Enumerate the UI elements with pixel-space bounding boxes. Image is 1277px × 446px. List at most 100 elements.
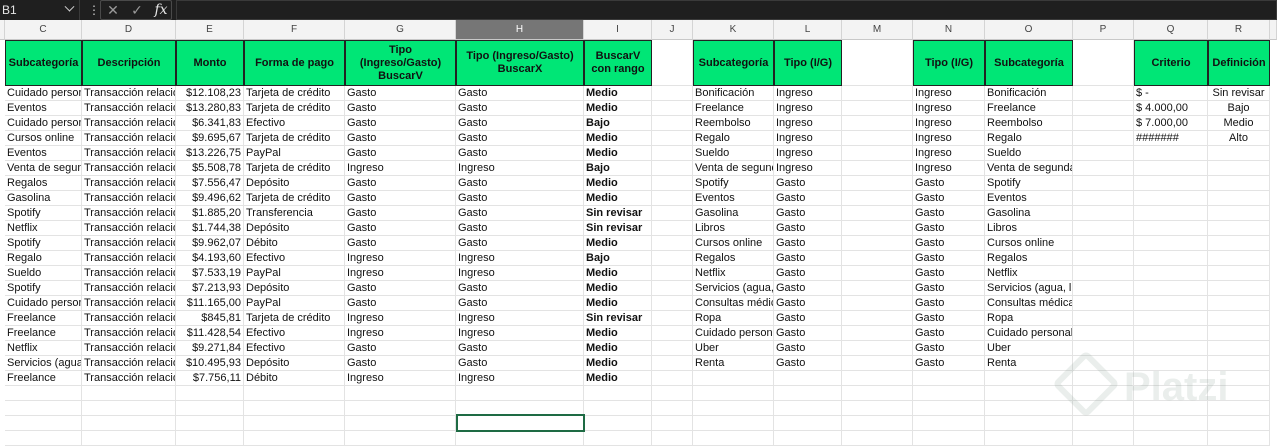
table-cell[interactable]: Ingreso [345, 161, 456, 176]
table-cell[interactable]: Gasto [456, 131, 584, 146]
table-cell[interactable]: Transacción relacionada [82, 236, 176, 251]
empty-cell[interactable] [652, 326, 693, 341]
lookup-cell[interactable]: Gasto [913, 176, 985, 191]
empty-cell[interactable] [1073, 161, 1134, 176]
table-cell[interactable]: Gasto [456, 341, 584, 356]
table-cell[interactable]: Ingreso [345, 371, 456, 386]
empty-cell[interactable] [1134, 266, 1208, 281]
empty-cell[interactable] [652, 146, 693, 161]
table-cell[interactable]: Gasto [345, 86, 456, 101]
table-cell[interactable]: $7.533,19 [176, 266, 244, 281]
empty-cell[interactable] [1073, 40, 1134, 86]
table-cell[interactable]: Tarjeta de crédito [244, 86, 345, 101]
table-cell[interactable]: Transacción relacionada [82, 251, 176, 266]
empty-cell[interactable] [345, 386, 456, 401]
table-cell[interactable]: $6.341,83 [176, 116, 244, 131]
lookup-cell[interactable]: Reembolso [985, 116, 1073, 131]
header-cell-q[interactable]: Criterio [1134, 40, 1208, 86]
lookup-cell[interactable]: Ingreso [774, 131, 842, 146]
column-header-q[interactable]: Q [1134, 20, 1208, 40]
empty-cell[interactable] [842, 326, 913, 341]
empty-cell[interactable] [842, 176, 913, 191]
table-cell[interactable]: Freelance [5, 311, 82, 326]
column-header-c[interactable]: C [5, 20, 82, 40]
lookup-cell[interactable]: Gasto [913, 281, 985, 296]
table-cell[interactable]: $10.495,93 [176, 356, 244, 371]
table-cell[interactable]: Transacción relacionada [82, 356, 176, 371]
empty-cell[interactable] [1208, 326, 1270, 341]
empty-cell[interactable] [1073, 431, 1134, 446]
table-cell[interactable]: Depósito [244, 281, 345, 296]
table-cell[interactable]: Medio [584, 146, 652, 161]
table-cell[interactable]: Gasto [345, 146, 456, 161]
table-cell[interactable]: Depósito [244, 221, 345, 236]
lookup-cell[interactable]: Ingreso [774, 161, 842, 176]
empty-cell[interactable] [584, 431, 652, 446]
table-cell[interactable]: Transacción relacionada [82, 191, 176, 206]
lookup-cell[interactable]: Venta de segunda mano [693, 161, 774, 176]
empty-cell[interactable] [842, 161, 913, 176]
column-header-k[interactable]: K [693, 20, 774, 40]
column-header-j[interactable]: J [652, 20, 693, 40]
lookup-cell[interactable]: Gasto [774, 266, 842, 281]
table-cell[interactable]: Efectivo [244, 341, 345, 356]
empty-cell[interactable] [5, 401, 82, 416]
table-cell[interactable]: Tarjeta de crédito [244, 131, 345, 146]
empty-cell[interactable] [1208, 266, 1270, 281]
lookup-cell[interactable]: Ingreso [913, 131, 985, 146]
empty-cell[interactable] [1134, 161, 1208, 176]
empty-cell[interactable] [1073, 191, 1134, 206]
table-cell[interactable]: Medio [584, 236, 652, 251]
table-cell[interactable]: Tarjeta de crédito [244, 101, 345, 116]
lookup-cell[interactable]: Regalo [693, 131, 774, 146]
table-cell[interactable]: Bajo [584, 116, 652, 131]
empty-cell[interactable] [82, 401, 176, 416]
lookup-cell[interactable]: Servicios (agua, luz, gas) [693, 281, 774, 296]
empty-cell[interactable] [1073, 326, 1134, 341]
table-cell[interactable]: $9.962,07 [176, 236, 244, 251]
empty-cell[interactable] [1073, 281, 1134, 296]
chevron-down-icon[interactable] [64, 1, 75, 12]
table-cell[interactable]: Transacción relacionada [82, 161, 176, 176]
column-header-g[interactable]: G [345, 20, 456, 40]
criteria-cell[interactable]: Alto [1208, 131, 1270, 146]
lookup-cell[interactable]: Gasolina [985, 206, 1073, 221]
lookup-cell[interactable]: Gasto [913, 266, 985, 281]
empty-cell[interactable] [1073, 296, 1134, 311]
table-cell[interactable]: Netflix [5, 221, 82, 236]
table-cell[interactable]: Transacción relacionada [82, 86, 176, 101]
empty-cell[interactable] [842, 101, 913, 116]
lookup-cell[interactable]: Cuidado personal [985, 326, 1073, 341]
empty-cell[interactable] [1208, 191, 1270, 206]
table-cell[interactable]: Bajo [584, 161, 652, 176]
empty-cell[interactable] [1134, 236, 1208, 251]
empty-cell[interactable] [176, 401, 244, 416]
criteria-cell[interactable]: $ 4.000,00 [1134, 101, 1208, 116]
table-cell[interactable]: Servicios (agua, luz, gas) [5, 356, 82, 371]
empty-cell[interactable] [1073, 311, 1134, 326]
table-cell[interactable]: Gasto [345, 176, 456, 191]
header-cell-g[interactable]: Tipo (Ingreso/Gasto) BuscarV [345, 40, 456, 86]
table-cell[interactable]: Depósito [244, 176, 345, 191]
empty-cell[interactable] [456, 386, 584, 401]
lookup-cell[interactable]: Gasto [913, 206, 985, 221]
empty-cell[interactable] [1134, 296, 1208, 311]
empty-cell[interactable] [1073, 221, 1134, 236]
empty-cell[interactable] [652, 101, 693, 116]
empty-cell[interactable] [842, 206, 913, 221]
lookup-cell[interactable]: Regalos [985, 251, 1073, 266]
lookup-cell[interactable]: Ingreso [774, 101, 842, 116]
lookup-cell[interactable]: Renta [985, 356, 1073, 371]
lookup-cell[interactable]: Bonificación [693, 86, 774, 101]
header-cell-k[interactable]: Subcategoría [693, 40, 774, 86]
table-cell[interactable]: Bajo [584, 251, 652, 266]
empty-cell[interactable] [244, 386, 345, 401]
empty-cell[interactable] [842, 371, 913, 386]
lookup-cell[interactable]: Sueldo [985, 146, 1073, 161]
table-cell[interactable]: Ingreso [345, 326, 456, 341]
empty-cell[interactable] [1073, 176, 1134, 191]
table-cell[interactable]: $13.280,83 [176, 101, 244, 116]
lookup-cell[interactable]: Regalo [985, 131, 1073, 146]
empty-cell[interactable] [652, 131, 693, 146]
column-header-f[interactable]: F [244, 20, 345, 40]
